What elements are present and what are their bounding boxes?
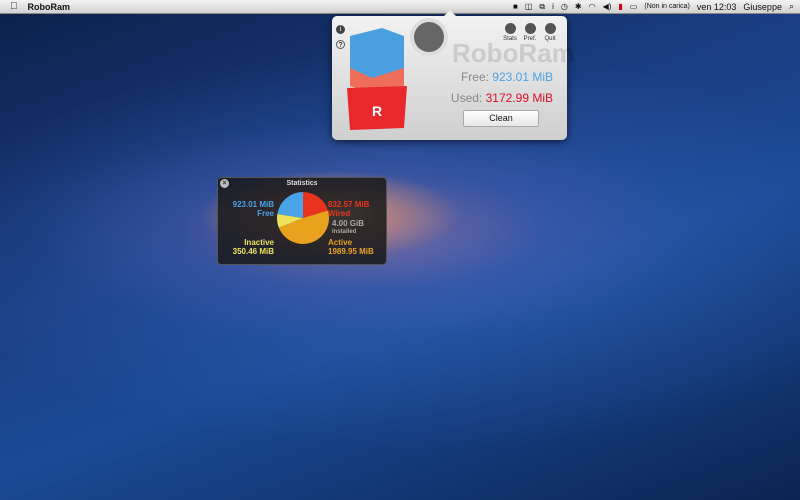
menu-bar:  RoboRam ■ ◫ ⧉ i ◷ ✱ ◠ ◀) ▮ ▭ (Non in c… [0,0,800,14]
close-icon[interactable]: × [220,179,229,188]
volume-icon[interactable]: ◀) [603,2,612,11]
spotlight-icon[interactable]: ⌕ [789,1,794,12]
svg-text:R: R [372,103,382,119]
quit-button[interactable]: Quit [540,23,560,42]
active-legend: Active 1989.95 MiB [328,238,374,256]
app-logo: RoboRam [452,38,575,68]
active-label: Active [328,238,353,247]
free-label: Free [257,209,274,218]
user-menu[interactable]: Giuseppe [743,2,782,12]
memory-pie-chart [277,192,329,245]
prefs-label: Pref. [523,36,537,42]
active-value: 1989.95 MiB [328,247,374,256]
free-value: 923.01 MiB [492,70,553,84]
power-icon [544,23,556,34]
clock[interactable]: ven 12:03 [697,2,737,12]
installed-legend: 4.00 GiB Installed [332,219,364,237]
wired-label: Wired [328,209,351,218]
stats-button[interactable]: Stats [500,23,520,42]
battery-icon[interactable]: ▭ [630,2,638,11]
free-value: 923.01 MiB [232,200,274,209]
statistics-title: Statistics [286,180,318,187]
gauge-icon [414,22,444,52]
free-row: Free: 923.01 MiB [461,70,553,84]
wired-value: 832.57 MiB [328,200,370,209]
inactive-value: 350.46 MiB [232,247,274,256]
prefs-button[interactable]: Pref. [520,23,540,42]
apple-menu-icon[interactable]:  [10,1,18,12]
clean-button[interactable]: Clean [463,110,539,127]
robot-mascot-icon: R [347,28,407,130]
statistics-window: × Statistics 923.01 MiB Free 832.57 MiB Wi… [217,177,387,265]
stats-label: Stats [503,36,517,42]
used-value: 3172.99 MiB [485,91,553,105]
wired-legend: 832.57 MiB Wired [328,200,369,218]
inactive-legend: Inactive 350.46 MiB [230,238,274,256]
stats-icon [504,23,516,34]
battery-status: (Non in carica) [644,3,690,10]
bluetooth-icon[interactable]: ✱ [575,2,582,11]
timemachine-icon[interactable]: ◷ [561,2,568,11]
roboram-panel: i ? R RoboRam Stats Pref. Quit Free: 923… [332,10,575,140]
used-label: Used: [450,91,483,105]
gear-icon [524,23,536,34]
window-icon[interactable]: ⧉ [539,2,545,12]
flag-icon[interactable]: ▮ [618,2,622,11]
info-icon[interactable]: i [552,2,554,11]
wifi-icon[interactable]: ◠ [589,2,596,11]
dropbox-icon[interactable]: ◫ [525,2,533,11]
inactive-label: Inactive [244,238,274,247]
used-row: Used: 3172.99 MiB [451,91,553,105]
robot-status-icon[interactable]: ■ [513,2,518,11]
installed-value: 4.00 GiB [332,219,365,228]
pie-slice-free [277,192,303,218]
quit-label: Quit [544,36,556,42]
installed-label: Installed [332,229,357,235]
app-menu[interactable]: RoboRam [28,2,71,12]
free-legend: 923.01 MiB Free [232,200,274,218]
free-label: Free: [460,70,489,84]
